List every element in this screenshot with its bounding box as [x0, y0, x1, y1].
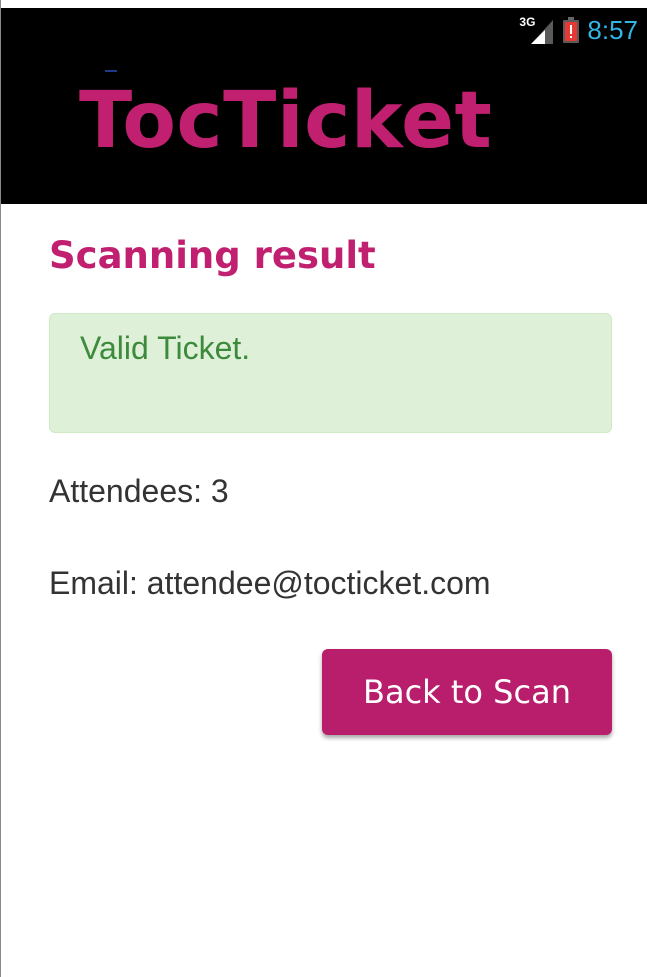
attendees-count: Attendees: 3 — [49, 473, 229, 509]
app-logo: TocTicket — [79, 76, 493, 166]
page-title: Scanning result — [49, 234, 376, 277]
status-clock: 8:57 — [587, 15, 638, 45]
top-strip — [1, 0, 647, 8]
app-screen: 3G 8:57 TocTicket Scanning result Valid … — [0, 0, 647, 977]
battery-alert-icon — [563, 17, 580, 43]
result-alert: Valid Ticket. — [49, 313, 612, 433]
result-message: Valid Ticket. — [80, 330, 251, 366]
status-icons: 3G 8:57 — [519, 14, 638, 46]
main-content: Scanning result Valid Ticket. Attendees:… — [49, 204, 612, 735]
app-header: TocTicket — [1, 52, 647, 204]
attendee-email: Email: attendee@tocticket.com — [49, 565, 491, 601]
header-mark — [105, 70, 117, 72]
signal-icon: 3G — [519, 16, 555, 44]
status-bar: 3G 8:57 — [1, 8, 647, 52]
back-to-scan-button[interactable]: Back to Scan — [322, 649, 612, 735]
button-row: Back to Scan — [49, 649, 612, 735]
